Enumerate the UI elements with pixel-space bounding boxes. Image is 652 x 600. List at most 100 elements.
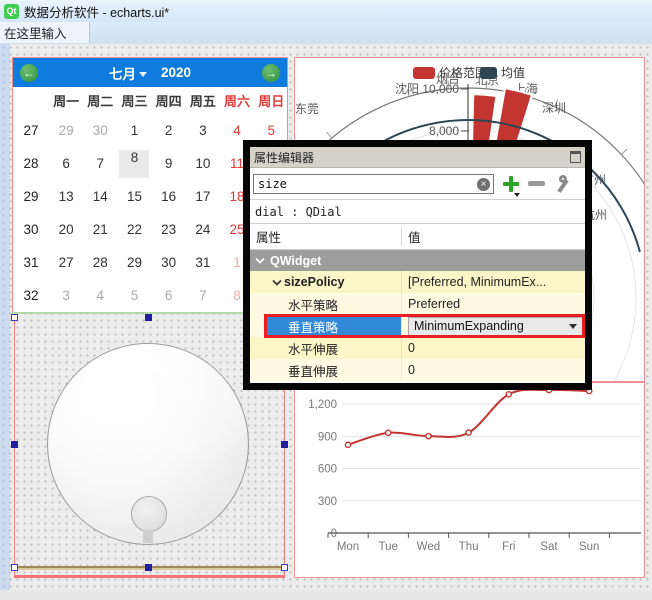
wrench-icon[interactable] [554, 175, 570, 193]
selection-handle[interactable] [11, 564, 18, 571]
calendar-day-cell[interactable]: 23 [152, 213, 186, 246]
data-point-marker [345, 442, 350, 447]
value-combobox[interactable]: MinimumExpanding [408, 317, 583, 336]
calendar-day-cell[interactable]: 31 [186, 246, 220, 279]
weekday-label: 周日 [254, 91, 288, 110]
legend-label: 均值 [501, 65, 525, 80]
calendar-day-cell[interactable]: 29 [49, 114, 83, 147]
day-label: 3 [62, 288, 70, 303]
day-label: 1 [131, 123, 139, 138]
remove-property-button[interactable] [528, 181, 545, 186]
calendar-month-button[interactable]: 七月 [109, 63, 147, 83]
property-row[interactable]: 垂直伸展 0 [250, 359, 585, 381]
property-row[interactable]: 水平伸展0 [250, 337, 585, 359]
property-label-cell[interactable]: 水平策略 [250, 293, 402, 315]
property-row[interactable]: 垂直策略 MinimumExpanding [250, 315, 585, 337]
calendar-day-cell[interactable]: 15 [117, 180, 151, 213]
property-label: sizePolicy [284, 275, 344, 289]
dial-selection-bottom-line [14, 575, 285, 578]
calendar-day-cell[interactable]: 20 [49, 213, 83, 246]
calendar-day-cell[interactable]: 6 [152, 279, 186, 312]
selection-handle[interactable] [11, 441, 18, 448]
calendar-day-cell[interactable]: 30 [152, 246, 186, 279]
calendar-day-cell[interactable]: 5 [117, 279, 151, 312]
y-axis-label: 900 [318, 431, 337, 443]
calendar-day-cell[interactable]: 2 [152, 114, 186, 147]
city-label: 深圳 [542, 101, 566, 115]
calendar-prev-button[interactable]: ← [20, 64, 38, 82]
column-property[interactable]: 属性 [250, 227, 402, 246]
property-value: [Preferred, MinimumEx... [408, 275, 546, 289]
add-property-button[interactable] [503, 176, 519, 192]
calendar-day-cell[interactable]: 3 [186, 114, 220, 147]
calendar-day-cell[interactable]: 9 [152, 147, 186, 180]
property-search-input[interactable] [253, 174, 494, 194]
selection-handle[interactable] [145, 314, 152, 321]
property-label-cell[interactable]: sizePolicy [250, 271, 402, 293]
calendar-day-cell[interactable]: 6 [49, 147, 83, 180]
calendar-day-cell[interactable]: 17 [186, 180, 220, 213]
calendar-day-cell[interactable]: 10 [186, 147, 220, 180]
calendar-day-cell[interactable]: 21 [83, 213, 117, 246]
property-label: 垂直策略 [288, 317, 338, 336]
selection-handle[interactable] [281, 564, 288, 571]
dial-notch [143, 530, 153, 543]
calendar-day-cell[interactable]: 30 [83, 114, 117, 147]
calendar-day-cell[interactable]: 1 [117, 114, 151, 147]
clear-search-icon[interactable]: × [477, 178, 490, 191]
property-row[interactable]: 水平策略 Preferred [250, 293, 585, 315]
calendar-day-cell[interactable]: 24 [186, 213, 220, 246]
line-chart: 03006009001,200MonTueWedThuFriSatSun [295, 383, 644, 577]
day-label: 10 [195, 156, 210, 171]
calendar-day-cell[interactable]: 16 [152, 180, 186, 213]
calendar-day-cell[interactable]: 27 [49, 246, 83, 279]
calendar-day-cell[interactable]: 14 [83, 180, 117, 213]
selection-handle[interactable] [281, 441, 288, 448]
float-window-icon[interactable] [570, 151, 581, 163]
day-label: 7 [97, 156, 105, 171]
property-value-cell[interactable]: [Preferred, MinimumEx... [402, 271, 585, 293]
day-label: 6 [165, 288, 173, 303]
calendar-next-button[interactable]: → [262, 64, 280, 82]
qdial-widget[interactable] [47, 343, 249, 545]
property-value: Preferred [408, 297, 460, 311]
chevron-down-icon [139, 72, 147, 77]
calendar-day-cell[interactable]: 7 [83, 147, 117, 180]
x-axis-label: Mon [337, 541, 359, 553]
property-label-cell[interactable]: 水平伸展 [250, 337, 402, 359]
calendar-day-cell[interactable]: 4 [83, 279, 117, 312]
calendar-day-cell[interactable]: 29 [117, 246, 151, 279]
day-label: 8 [119, 150, 149, 178]
calendar-day-cell[interactable]: 13 [49, 180, 83, 213]
day-label: 22 [127, 222, 142, 237]
day-label: 23 [161, 222, 176, 237]
calendar-day-cell[interactable]: 7 [186, 279, 220, 312]
dial-knob[interactable] [131, 496, 167, 532]
property-row[interactable]: sizePolicy [Preferred, MinimumEx... [250, 271, 585, 293]
canvas-bottom-margin [0, 590, 652, 600]
filter-input[interactable] [0, 22, 90, 43]
selection-handle[interactable] [145, 564, 152, 571]
property-label-cell[interactable]: 垂直伸展 [250, 359, 402, 381]
property-label-cell[interactable]: 垂直策略 [250, 315, 402, 337]
calendar-day-cell[interactable]: 22 [117, 213, 151, 246]
selection-handle[interactable] [11, 314, 18, 321]
property-label: 垂直伸展 [288, 361, 338, 380]
calendar-year-button[interactable]: 2020 [161, 65, 191, 80]
line-chart-widget[interactable]: 03006009001,200MonTueWedThuFriSatSun [294, 382, 645, 578]
property-editor-titlebar[interactable]: 属性编辑器 [250, 147, 585, 168]
property-value-cell[interactable]: 0 [402, 359, 585, 381]
calendar-day-cell[interactable]: 3 [49, 279, 83, 312]
week-number: 32 [13, 279, 49, 312]
property-value-cell[interactable]: 0 [402, 337, 585, 359]
calendar-day-cell[interactable]: 8 [117, 147, 151, 180]
day-label: 24 [195, 222, 210, 237]
column-value[interactable]: 值 [402, 227, 421, 246]
day-label: 11 [230, 156, 244, 171]
qt-logo-icon: Qt [4, 4, 19, 19]
property-group-qwidget[interactable]: QWidget [250, 250, 585, 271]
property-value-cell[interactable]: MinimumExpanding [402, 315, 585, 337]
week-number: 30 [13, 213, 49, 246]
calendar-day-cell[interactable]: 28 [83, 246, 117, 279]
property-value-cell[interactable]: Preferred [402, 293, 585, 315]
